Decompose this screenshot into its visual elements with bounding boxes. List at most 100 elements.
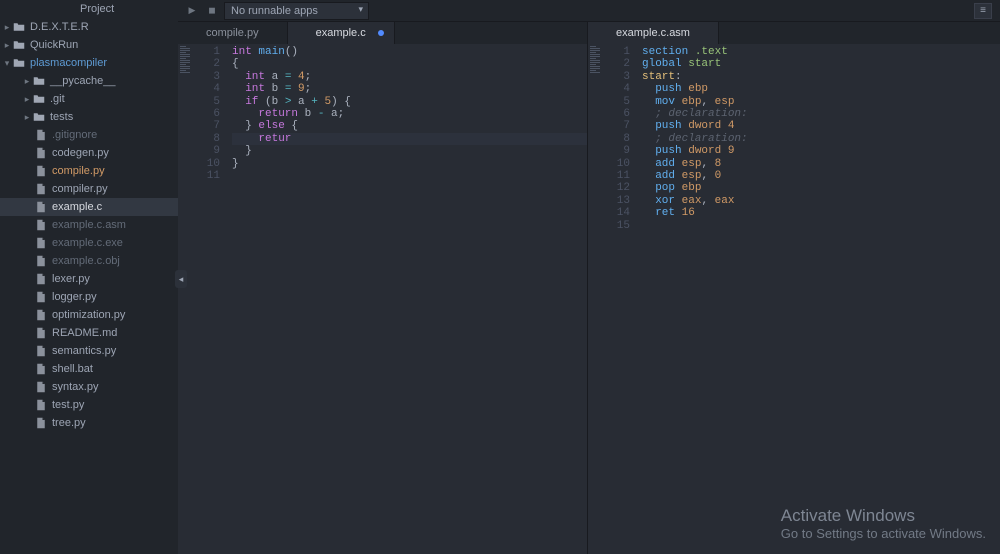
code-line[interactable]: pop ebp	[642, 182, 1000, 194]
code-line[interactable]: return b - a;	[232, 108, 587, 120]
file-icon	[34, 417, 48, 429]
minimap-left[interactable]	[178, 44, 196, 554]
tab-label: compile.py	[206, 27, 259, 39]
tree-label: shell.bat	[52, 363, 93, 375]
folder-icon	[32, 111, 46, 123]
folder-icon	[32, 93, 46, 105]
run-config-select[interactable]: No runnable apps	[224, 2, 369, 20]
project-root[interactable]: ▾plasmacompiler	[0, 54, 178, 72]
code-editor-left[interactable]: int main(){ int a = 4; int b = 9; if (b …	[228, 44, 587, 554]
tree-folder[interactable]: ▸__pycache__	[0, 72, 178, 90]
tree-label: example.c.obj	[52, 255, 120, 267]
code-line[interactable]: section .text	[642, 46, 1000, 58]
code-line[interactable]: ret 16	[642, 207, 1000, 219]
folder-icon	[12, 39, 26, 51]
file-icon	[34, 129, 48, 141]
tree-file[interactable]: lexer.py	[0, 270, 178, 288]
run-icon[interactable]: ▶	[184, 3, 200, 19]
project-root[interactable]: ▸D.E.X.T.E.R	[0, 18, 178, 36]
editor-tab[interactable]: compile.py	[178, 22, 288, 44]
stop-icon[interactable]: ◼	[204, 3, 220, 19]
project-tree[interactable]: ▸D.E.X.T.E.R▸QuickRun▾plasmacompiler▸__p…	[0, 18, 178, 554]
tree-label: __pycache__	[50, 75, 115, 87]
tree-file[interactable]: tree.py	[0, 414, 178, 432]
sidebar: Project ▸D.E.X.T.E.R▸QuickRun▾plasmacomp…	[0, 0, 178, 554]
tree-label: plasmacompiler	[30, 57, 107, 69]
tree-folder[interactable]: ▸.git	[0, 90, 178, 108]
project-root[interactable]: ▸QuickRun	[0, 36, 178, 54]
tree-file[interactable]: test.py	[0, 396, 178, 414]
tree-file[interactable]: logger.py	[0, 288, 178, 306]
tree-file[interactable]: example.c.asm	[0, 216, 178, 234]
file-icon	[34, 219, 48, 231]
tree-folder[interactable]: ▸ tests	[0, 108, 178, 126]
code-line[interactable]: push dword 9	[642, 145, 1000, 157]
editor-tab[interactable]: example.c.asm	[588, 22, 719, 44]
tree-file[interactable]: README.md	[0, 324, 178, 342]
sidebar-collapse-handle[interactable]: ◂	[175, 270, 187, 288]
file-icon	[34, 237, 48, 249]
code-line[interactable]	[642, 219, 1000, 231]
tree-file[interactable]: compiler.py	[0, 180, 178, 198]
chevron-icon: ▸	[22, 112, 32, 123]
tree-label: tests	[50, 111, 73, 123]
file-icon	[34, 183, 48, 195]
code-line[interactable]: int main()	[232, 46, 587, 58]
menu-icon[interactable]: ≡	[974, 3, 992, 19]
code-line[interactable]: ; declaration:	[642, 108, 1000, 120]
code-line[interactable]: } else {	[232, 120, 587, 132]
file-icon	[34, 309, 48, 321]
file-icon	[34, 399, 48, 411]
code-line[interactable]: int a = 4;	[232, 71, 587, 83]
tree-label: optimization.py	[52, 309, 125, 321]
tree-label: semantics.py	[52, 345, 116, 357]
folder-icon	[32, 75, 46, 87]
code-line[interactable]: start:	[642, 71, 1000, 83]
chevron-icon: ▸	[2, 22, 12, 33]
editor-pane-left: compile.pyexample.c 1234567891011 int ma…	[178, 22, 588, 554]
code-line[interactable]: {	[232, 58, 587, 70]
code-line[interactable]: int b = 9;	[232, 83, 587, 95]
tree-file[interactable]: optimization.py	[0, 306, 178, 324]
code-line[interactable]: if (b > a + 5) {	[232, 96, 587, 108]
tree-file[interactable]: semantics.py	[0, 342, 178, 360]
code-editor-right[interactable]: section .textglobal startstart: push ebp…	[638, 44, 1000, 554]
tree-label: test.py	[52, 399, 84, 411]
code-line[interactable]: push ebp	[642, 83, 1000, 95]
file-icon	[34, 291, 48, 303]
gutter-right: 123456789101112131415	[606, 44, 638, 554]
tree-file[interactable]: .gitignore	[0, 126, 178, 144]
code-line[interactable]: mov ebp, esp	[642, 96, 1000, 108]
file-icon	[34, 327, 48, 339]
tree-label: tree.py	[52, 417, 86, 429]
tree-label: example.c.exe	[52, 237, 123, 249]
code-line[interactable]: }	[232, 158, 587, 170]
code-line[interactable]: }	[232, 145, 587, 157]
code-line[interactable]: add esp, 8	[642, 158, 1000, 170]
tree-file[interactable]: shell.bat	[0, 360, 178, 378]
code-line[interactable]: add esp, 0	[642, 170, 1000, 182]
tree-file[interactable]: example.c.exe	[0, 234, 178, 252]
tree-label: README.md	[52, 327, 117, 339]
sidebar-header: Project	[0, 0, 178, 18]
tree-label: .git	[50, 93, 65, 105]
code-line[interactable]: ; declaration:	[642, 133, 1000, 145]
code-line[interactable]: retur	[232, 133, 587, 145]
tree-label: .gitignore	[52, 129, 97, 141]
tree-label: syntax.py	[52, 381, 98, 393]
tab-label: example.c.asm	[616, 27, 690, 39]
tree-file[interactable]: codegen.py	[0, 144, 178, 162]
code-line[interactable]: global start	[642, 58, 1000, 70]
code-line[interactable]: xor eax, eax	[642, 195, 1000, 207]
file-icon	[34, 381, 48, 393]
tree-file[interactable]: compile.py	[0, 162, 178, 180]
tree-file[interactable]: example.c	[0, 198, 178, 216]
tree-label: example.c.asm	[52, 219, 126, 231]
file-icon	[34, 273, 48, 285]
code-line[interactable]: push dword 4	[642, 120, 1000, 132]
minimap-right[interactable]	[588, 44, 606, 554]
code-line[interactable]	[232, 170, 587, 182]
editor-tab[interactable]: example.c	[288, 22, 395, 44]
tree-file[interactable]: example.c.obj	[0, 252, 178, 270]
tree-file[interactable]: syntax.py	[0, 378, 178, 396]
